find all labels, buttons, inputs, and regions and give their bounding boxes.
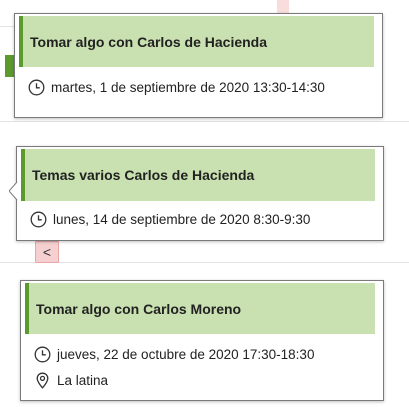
clock-icon <box>30 211 47 228</box>
event-datetime: martes, 1 de septiembre de 2020 13:30-14… <box>28 79 325 96</box>
event-location: La latina <box>34 372 108 389</box>
event-title: Tomar algo con Carlos de Hacienda <box>30 33 268 50</box>
event-location-text: La latina <box>57 373 109 388</box>
event-title: Temas varios Carlos de Hacienda <box>32 167 255 183</box>
event-peek-card[interactable]: Tomar algo con Carlos Moreno jueves, 22 … <box>20 280 384 401</box>
event-peek-card[interactable]: Temas varios Carlos de Hacienda lunes, 1… <box>16 146 384 241</box>
event-header: Temas varios Carlos de Hacienda <box>21 149 375 201</box>
event-header: Tomar algo con Carlos de Hacienda <box>19 16 374 67</box>
event-datetime: jueves, 22 de octubre de 2020 17:30-18:3… <box>34 346 314 363</box>
calendar-gridline <box>0 262 409 263</box>
calendar-gridline <box>0 26 14 27</box>
event-datetime-text: martes, 1 de septiembre de 2020 13:30-14… <box>51 80 325 95</box>
event-header: Tomar algo con Carlos Moreno <box>25 283 375 334</box>
clock-icon <box>34 346 51 363</box>
event-datetime-text: jueves, 22 de octubre de 2020 17:30-18:3… <box>57 347 315 362</box>
previous-button[interactable]: < <box>35 241 59 263</box>
calendar-gridline <box>0 121 409 122</box>
event-title: Tomar algo con Carlos Moreno <box>36 300 242 317</box>
clock-icon <box>28 79 45 96</box>
event-datetime: lunes, 14 de septiembre de 2020 8:30-9:3… <box>30 211 310 228</box>
event-peek-card[interactable]: Tomar algo con Carlos de Hacienda martes… <box>14 13 383 118</box>
event-datetime-text: lunes, 14 de septiembre de 2020 8:30-9:3… <box>53 212 311 227</box>
event-indicator <box>5 55 14 77</box>
card-pointer <box>9 182 18 200</box>
location-pin-icon <box>36 372 49 389</box>
